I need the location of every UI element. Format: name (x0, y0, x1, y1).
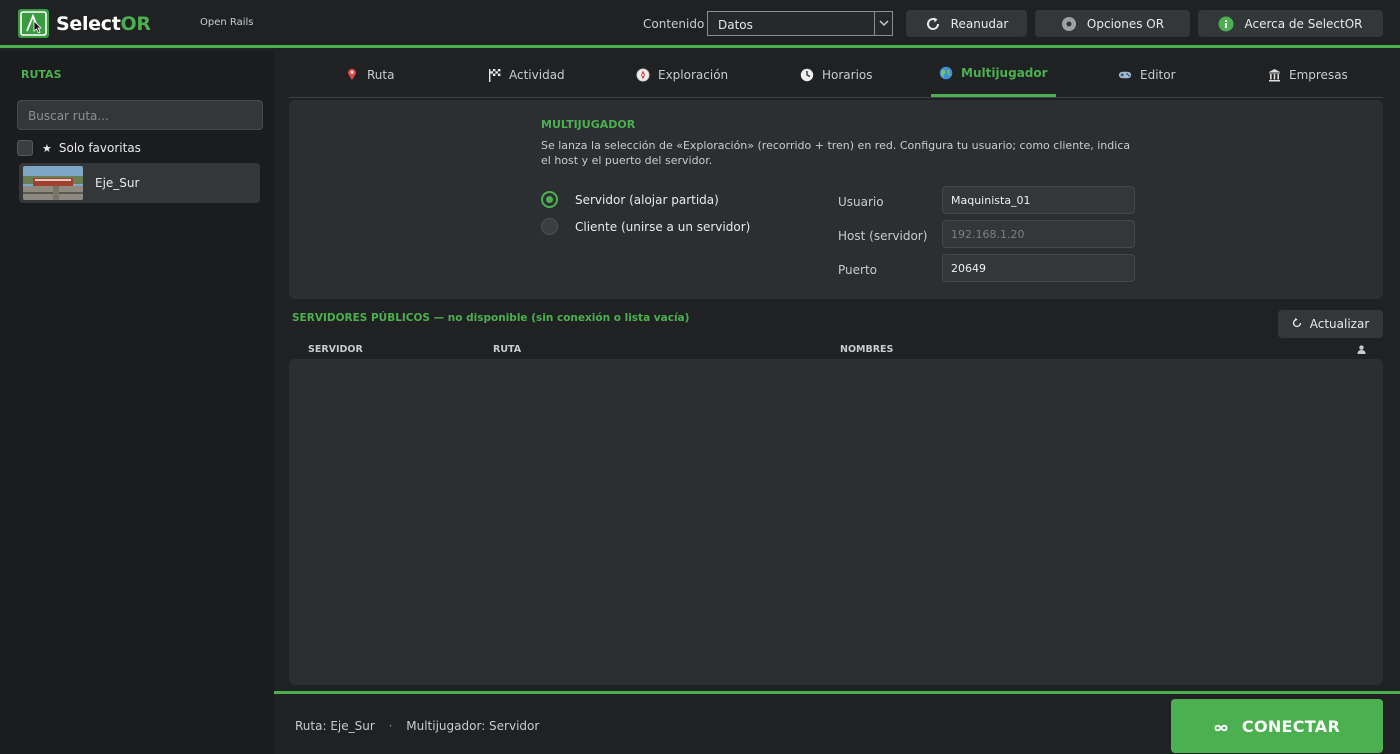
options-button-label: Opciones OR (1086, 16, 1165, 31)
refresh-icon (1292, 317, 1302, 331)
app-logo-icon (18, 9, 49, 38)
checkered-flag-icon (487, 68, 501, 82)
radio-indicator (541, 218, 558, 235)
status-separator: · (388, 719, 393, 733)
tab-label: Horarios (822, 67, 873, 82)
controller-icon (1118, 68, 1132, 82)
status-line: Ruta: Eje_Sur · Multijugador: Servidor (295, 719, 539, 733)
tab-actividad[interactable]: Actividad (479, 51, 573, 98)
infinity-icon (1214, 717, 1228, 736)
status-mode: Multijugador: Servidor (406, 719, 540, 733)
sidebar-title: RUTAS (21, 68, 62, 81)
tab-horarios[interactable]: Horarios (792, 51, 881, 98)
favorites-filter[interactable]: ★ Solo favoritas (17, 139, 141, 157)
port-input[interactable]: 20649 (942, 254, 1135, 282)
main-tabs: Ruta Actividad Exploración Horarios Mult (289, 51, 1383, 98)
server-list[interactable] (289, 359, 1383, 685)
clock-icon (800, 68, 814, 82)
content-select-value: Datos (718, 18, 753, 32)
top-bar: SelectOR Open Rails Contenido Datos Rean… (0, 0, 1400, 48)
column-header-names[interactable]: NOMBRES (840, 344, 893, 355)
tab-label: Exploración (658, 67, 729, 82)
user-input[interactable]: Maquinista_01 (942, 186, 1135, 214)
connect-button[interactable]: CONECTAR (1171, 699, 1383, 753)
map-pin-icon (345, 68, 359, 82)
tab-label: Ruta (367, 67, 395, 82)
multiplayer-description: Se lanza la selección de «Exploración» (… (541, 139, 1131, 167)
favorites-label: Solo favoritas (58, 141, 141, 155)
host-input[interactable]: 192.168.1.20 (942, 220, 1135, 248)
bottom-bar: Ruta: Eje_Sur · Multijugador: Servidor C… (274, 691, 1400, 754)
tab-label: Actividad (509, 67, 565, 82)
tab-exploracion[interactable]: Exploración (628, 51, 736, 98)
info-icon (1218, 16, 1234, 32)
route-name: Eje_Sur (95, 176, 140, 190)
refresh-servers-button[interactable]: Actualizar (1278, 310, 1383, 338)
about-button-label: Acerca de SelectOR (1244, 16, 1363, 31)
host-label: Host (servidor) (838, 229, 928, 243)
multiplayer-title: MULTIJUGADOR (541, 118, 636, 131)
tab-label: Editor (1140, 67, 1176, 82)
content-label: Contenido (643, 17, 705, 31)
radio-selected-indicator (541, 191, 558, 208)
public-servers-title: SERVIDORES PÚBLICOS — no disponible (sin… (292, 312, 690, 324)
resume-button-label: Reanudar (950, 16, 1009, 31)
connect-button-label: CONECTAR (1241, 716, 1341, 736)
chevron-down-icon (874, 12, 892, 35)
tab-label: Multijugador (961, 65, 1048, 80)
refresh-servers-label: Actualizar (1309, 317, 1370, 331)
sidebar: RUTAS Buscar ruta... ★ Solo favoritas Ej… (0, 51, 274, 754)
server-mode-label: Servidor (alojar partida) (575, 192, 719, 207)
app-subtitle: Open Rails (200, 17, 254, 28)
options-button[interactable]: Opciones OR (1035, 10, 1190, 37)
star-icon: ★ (42, 141, 52, 155)
port-label: Puerto (838, 263, 877, 277)
tab-empresas[interactable]: Empresas (1259, 51, 1356, 98)
route-list-item[interactable]: Eje_Sur (19, 163, 260, 203)
user-label: Usuario (838, 195, 884, 209)
tab-label: Empresas (1289, 67, 1348, 82)
app-brand: SelectOR (56, 13, 151, 35)
content-select[interactable]: Datos (707, 11, 893, 36)
tab-ruta[interactable]: Ruta (337, 51, 402, 98)
globe-icon (939, 66, 953, 80)
route-thumbnail (23, 166, 83, 200)
column-header-route[interactable]: RUTA (493, 344, 521, 355)
column-header-server[interactable]: SERVIDOR (308, 344, 363, 355)
tab-multijugador[interactable]: Multijugador (931, 51, 1056, 97)
user-icon[interactable] (1357, 345, 1366, 357)
refresh-icon (925, 16, 941, 32)
server-mode-radio[interactable]: Servidor (alojar partida) (541, 191, 719, 208)
client-mode-radio[interactable]: Cliente (unirse a un servidor) (541, 218, 750, 235)
status-route: Ruta: Eje_Sur (295, 719, 375, 733)
favorites-checkbox[interactable] (17, 140, 33, 156)
about-button[interactable]: Acerca de SelectOR (1198, 10, 1383, 37)
client-mode-label: Cliente (unirse a un servidor) (575, 219, 751, 234)
resume-button[interactable]: Reanudar (906, 10, 1027, 37)
compass-icon (636, 68, 650, 82)
building-icon (1267, 68, 1281, 82)
disc-icon (1061, 16, 1077, 32)
route-search-input[interactable]: Buscar ruta... (17, 100, 263, 130)
multiplayer-panel: MULTIJUGADOR Se lanza la selección de «E… (289, 100, 1383, 299)
tab-editor[interactable]: Editor (1110, 51, 1184, 98)
